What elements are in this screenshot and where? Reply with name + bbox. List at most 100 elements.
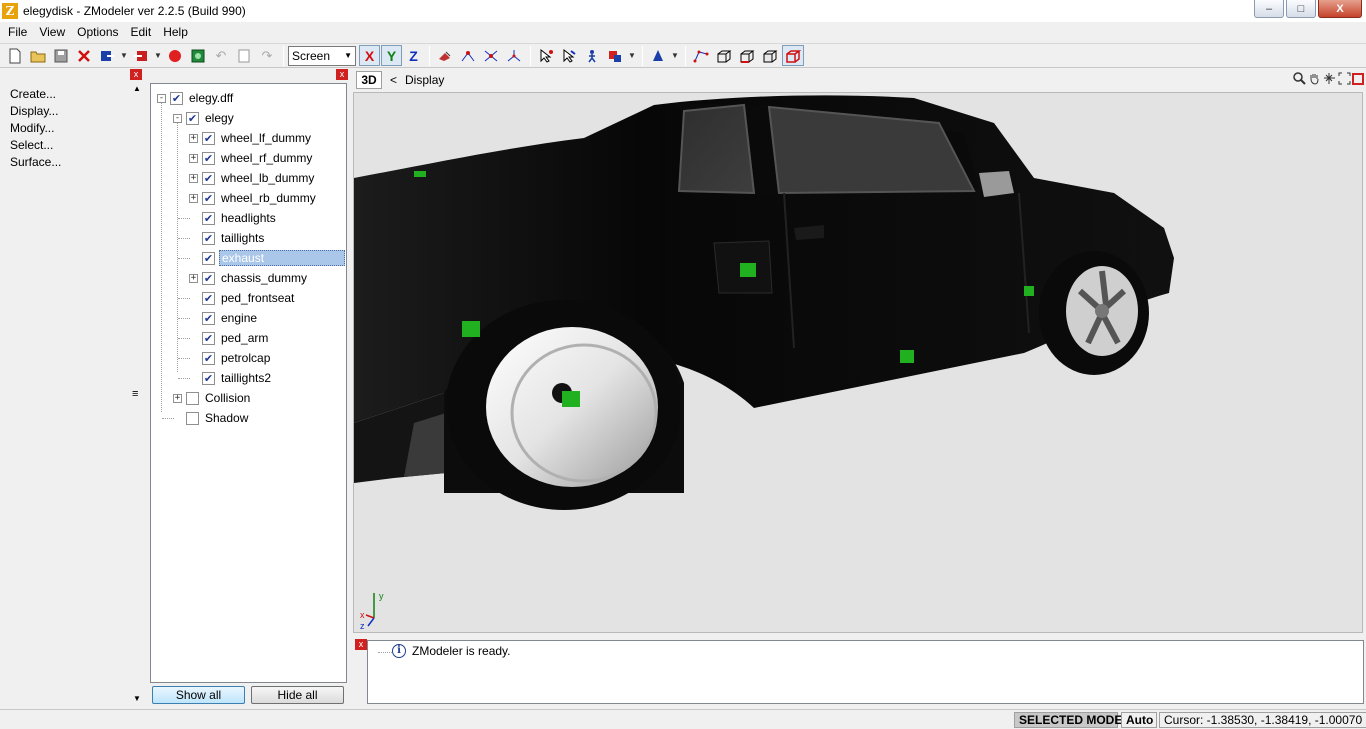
scroll-down-icon[interactable]: ▼ — [133, 694, 141, 703]
record-icon[interactable] — [164, 45, 186, 66]
show-all-button[interactable]: Show all — [152, 686, 245, 704]
visibility-checkbox[interactable] — [186, 411, 199, 425]
visibility-checkbox[interactable]: ✔ — [202, 211, 215, 225]
select-dropdown-icon[interactable]: ▼ — [627, 45, 637, 66]
axis-y-toggle[interactable]: Y — [381, 45, 402, 66]
visibility-checkbox[interactable]: ✔ — [202, 231, 215, 245]
minimize-button[interactable]: – — [1254, 0, 1284, 18]
menu-edit[interactable]: Edit — [125, 25, 158, 39]
import-icon[interactable] — [96, 45, 118, 66]
collapse-icon[interactable]: - — [157, 93, 166, 103]
primitive-dropdown-icon[interactable]: ▼ — [670, 45, 680, 66]
visibility-checkbox[interactable]: ✔ — [202, 171, 215, 185]
command-display[interactable]: Display... — [10, 103, 61, 120]
visibility-checkbox[interactable]: ✔ — [170, 91, 183, 105]
cone-primitive-icon[interactable] — [647, 45, 669, 66]
3d-viewport[interactable]: y x z — [353, 92, 1363, 633]
expand-icon[interactable]: + — [189, 173, 198, 183]
expand-icon[interactable]: + — [189, 273, 198, 283]
maximize-viewport-icon[interactable] — [1352, 73, 1364, 85]
viewport-back-button[interactable]: < — [390, 73, 397, 87]
tree-item[interactable]: - ✔ elegy — [173, 108, 236, 128]
tree-item[interactable]: ✔ exhaust — [189, 248, 345, 268]
tree-item[interactable]: - ✔ elegy.dff — [157, 88, 235, 108]
export-icon[interactable] — [130, 45, 152, 66]
box-mode-icon[interactable] — [713, 45, 735, 66]
tree-item[interactable]: ✔ ped_frontseat — [189, 288, 296, 308]
frame-view-icon[interactable] — [1337, 72, 1351, 87]
vertex-mode-icon[interactable] — [690, 45, 712, 66]
menu-options[interactable]: Options — [71, 25, 124, 39]
select-group-icon[interactable] — [604, 45, 626, 66]
command-create[interactable]: Create... — [10, 86, 61, 103]
select-object-icon[interactable] — [581, 45, 603, 66]
box-edge-mode-icon[interactable] — [736, 45, 758, 66]
open-folder-icon[interactable] — [27, 45, 49, 66]
menu-file[interactable]: File — [2, 25, 33, 39]
menu-help[interactable]: Help — [157, 25, 194, 39]
save-icon[interactable] — [50, 45, 72, 66]
snapshot-icon[interactable] — [187, 45, 209, 66]
axis-x-toggle[interactable]: X — [359, 45, 380, 66]
new-file-icon[interactable] — [4, 45, 26, 66]
dummy-marker[interactable] — [462, 321, 480, 337]
tree-item[interactable]: + ✔ wheel_lf_dummy — [189, 128, 313, 148]
tree-item[interactable]: ✔ taillights2 — [189, 368, 273, 388]
select-vertex-icon[interactable] — [535, 45, 557, 66]
expand-icon[interactable]: + — [189, 153, 198, 163]
visibility-checkbox[interactable]: ✔ — [186, 111, 199, 125]
collapse-icon[interactable]: - — [173, 113, 182, 123]
expand-icon[interactable]: + — [189, 193, 198, 203]
visibility-checkbox[interactable]: ✔ — [202, 131, 215, 145]
scroll-grip-icon[interactable]: ≡ — [132, 388, 138, 400]
visibility-checkbox[interactable] — [186, 391, 199, 405]
visibility-checkbox[interactable]: ✔ — [202, 271, 215, 285]
select-face-icon[interactable] — [558, 45, 580, 66]
export-dropdown-icon[interactable]: ▼ — [153, 45, 163, 66]
tree-item[interactable]: ✔ taillights — [189, 228, 266, 248]
hide-all-button[interactable]: Hide all — [251, 686, 344, 704]
visibility-checkbox[interactable]: ✔ — [202, 191, 215, 205]
tree-item[interactable]: ✔ petrolcap — [189, 348, 272, 368]
close-button[interactable]: X — [1318, 0, 1362, 18]
move-vertex-icon[interactable] — [457, 45, 479, 66]
tree-item[interactable]: ✔ headlights — [189, 208, 278, 228]
dummy-marker[interactable] — [414, 171, 426, 177]
visibility-checkbox[interactable]: ✔ — [202, 351, 215, 365]
dummy-marker[interactable] — [900, 350, 914, 363]
visibility-checkbox[interactable]: ✔ — [202, 151, 215, 165]
pan-hand-icon[interactable] — [1307, 72, 1321, 87]
visibility-checkbox[interactable]: ✔ — [202, 371, 215, 385]
visibility-checkbox[interactable]: ✔ — [202, 331, 215, 345]
visibility-checkbox[interactable]: ✔ — [202, 311, 215, 325]
snap-mode-indicator[interactable]: Auto — [1121, 712, 1157, 728]
tree-item[interactable]: + ✔ wheel_rf_dummy — [189, 148, 314, 168]
menu-view[interactable]: View — [33, 25, 71, 39]
visibility-checkbox[interactable]: ✔ — [202, 251, 215, 265]
tree-item[interactable]: ✔ engine — [189, 308, 259, 328]
coord-space-select[interactable]: Screen ▼ — [288, 45, 356, 66]
import-dropdown-icon[interactable]: ▼ — [119, 45, 129, 66]
rotate-view-icon[interactable] — [1322, 72, 1336, 87]
tree-item[interactable]: Shadow — [173, 408, 250, 428]
selection-mode-indicator[interactable]: SELECTED MODE — [1014, 712, 1122, 728]
tree-item[interactable]: ✔ ped_arm — [189, 328, 270, 348]
close-command-panel-button[interactable]: x — [130, 69, 142, 80]
cross-vertex-icon[interactable] — [480, 45, 502, 66]
viewport-mode-button[interactable]: 3D — [356, 71, 382, 89]
box-face-mode-icon[interactable] — [759, 45, 781, 66]
zoom-icon[interactable] — [1292, 72, 1306, 87]
expand-icon[interactable]: + — [173, 393, 182, 403]
tree-item[interactable]: + Collision — [173, 388, 252, 408]
scroll-up-icon[interactable]: ▲ — [133, 84, 141, 93]
expand-icon[interactable]: + — [189, 133, 198, 143]
command-surface[interactable]: Surface... — [10, 154, 61, 171]
undo-icon[interactable]: ↶ — [210, 45, 232, 66]
copy-icon[interactable] — [233, 45, 255, 66]
redo-icon[interactable]: ↷ — [256, 45, 278, 66]
dummy-marker[interactable] — [740, 263, 756, 277]
tree-item[interactable]: + ✔ chassis_dummy — [189, 268, 309, 288]
zmodeler-app-icon[interactable]: Z — [2, 3, 18, 19]
close-hierarchy-panel-button[interactable]: x — [336, 69, 348, 80]
visibility-checkbox[interactable]: ✔ — [202, 291, 215, 305]
